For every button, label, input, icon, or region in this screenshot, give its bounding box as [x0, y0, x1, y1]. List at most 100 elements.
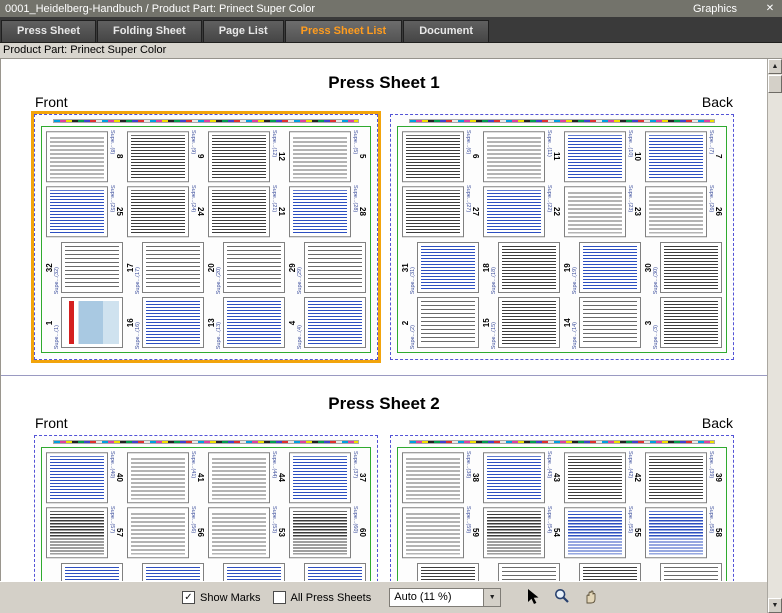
page-cell[interactable]: 53Supe...(53) [207, 506, 286, 559]
page-cell[interactable]: 41Supe...(41) [126, 451, 205, 504]
scrollbar-track[interactable] [768, 93, 782, 598]
page-cell[interactable]: 13Supe...(13) [207, 296, 286, 349]
page-content [131, 190, 185, 233]
page-cell[interactable]: 62Supe...(62) [644, 562, 723, 582]
tab-press-sheet[interactable]: Press Sheet [1, 20, 96, 42]
scroll-down-icon[interactable]: ▼ [768, 598, 782, 613]
sheet-preview-front[interactable]: 40Supe...(40)41Supe...(41)44Supe...(44)3… [31, 432, 381, 581]
page-cell[interactable]: 16Supe...(16) [126, 296, 205, 349]
page-cell[interactable]: 49Supe...(49) [126, 562, 205, 582]
page-thumbnail [127, 452, 189, 503]
page-content [212, 135, 266, 178]
page-cell[interactable]: 9Supe...(9) [126, 130, 205, 183]
page-cell[interactable]: 21Supe...(21) [207, 185, 286, 238]
page-cell[interactable]: 43Supe...(43) [482, 451, 561, 504]
page-cell[interactable]: 19Supe...(19) [563, 241, 642, 294]
page-cell[interactable]: 29Supe...(29) [288, 241, 367, 294]
close-icon[interactable]: ✕ [763, 3, 777, 14]
page-cell[interactable]: 12Supe...(12) [207, 130, 286, 183]
page-cell[interactable]: 64Supe...(64) [45, 562, 124, 582]
page-label: Supe...(18) [491, 241, 498, 294]
section-divider [1, 375, 767, 376]
page-cell[interactable]: 39Supe...(39) [644, 451, 723, 504]
all-press-sheets-checkbox[interactable] [273, 591, 286, 604]
sheet-side-front: Front40Supe...(40)41Supe...(41)44Supe...… [31, 415, 381, 581]
chevron-down-icon[interactable]: ▼ [483, 589, 500, 606]
page-cell[interactable]: 52Supe...(52) [207, 562, 286, 582]
page-cell[interactable]: 15Supe...(15) [482, 296, 561, 349]
page-cell[interactable]: 1Supe...(1) [45, 296, 124, 349]
page-cell[interactable]: 18Supe...(18) [482, 241, 561, 294]
page-cell[interactable]: 23Supe...(23) [563, 185, 642, 238]
page-number: 38 [471, 451, 480, 504]
page-cell[interactable]: 44Supe...(44) [207, 451, 286, 504]
page-cell[interactable]: 14Supe...(14) [563, 296, 642, 349]
sheet-preview-back[interactable]: 6Supe...(6)11Supe...(11)10Supe...(10)7Su… [387, 111, 737, 363]
page-cell[interactable]: 27Supe...(27) [401, 185, 480, 238]
sheet-preview-front[interactable]: 8Supe...(8)9Supe...(9)12Supe...(12)5Supe… [31, 111, 381, 363]
tab-press-sheet-list[interactable]: Press Sheet List [285, 20, 403, 42]
page-cell[interactable]: 55Supe...(55) [563, 506, 642, 559]
page-cell[interactable]: 50Supe...(50) [482, 562, 561, 582]
page-cell[interactable]: 51Supe...(51) [563, 562, 642, 582]
page-cell[interactable]: 32Supe...(32) [45, 241, 124, 294]
page-content [65, 246, 119, 289]
tab-document[interactable]: Document [403, 20, 489, 42]
graphics-menu[interactable]: Graphics [693, 3, 737, 15]
page-cell[interactable]: 54Supe...(54) [482, 506, 561, 559]
page-thumbnail [289, 507, 351, 558]
page-cell[interactable]: 25Supe...(25) [45, 185, 124, 238]
page-content [212, 511, 266, 554]
page-cell[interactable]: 26Supe...(26) [644, 185, 723, 238]
tab-page-list[interactable]: Page List [203, 20, 284, 42]
page-content [664, 246, 718, 289]
all-press-sheets-label: All Press Sheets [291, 592, 372, 604]
page-cell[interactable]: 6Supe...(6) [401, 130, 480, 183]
page-cell[interactable]: 20Supe...(20) [207, 241, 286, 294]
pan-tool-button[interactable] [579, 586, 602, 609]
scrollbar-thumb[interactable] [768, 75, 782, 93]
page-cell[interactable]: 11Supe...(11) [482, 130, 561, 183]
page-cell[interactable]: 40Supe...(40) [45, 451, 124, 504]
page-cell[interactable]: 61Supe...(61) [288, 562, 367, 582]
page-cell[interactable]: 5Supe...(5) [288, 130, 367, 183]
page-cell[interactable]: 8Supe...(8) [45, 130, 124, 183]
tab-folding-sheet[interactable]: Folding Sheet [97, 20, 202, 42]
page-cell[interactable]: 22Supe...(22) [482, 185, 561, 238]
page-cell[interactable]: 42Supe...(42) [563, 451, 642, 504]
page-cell[interactable]: 38Supe...(38) [401, 451, 480, 504]
page-cell[interactable]: 2Supe...(2) [401, 296, 480, 349]
zoom-value: Auto (11 %) [390, 589, 483, 606]
page-cell[interactable]: 10Supe...(10) [563, 130, 642, 183]
page-cell[interactable]: 17Supe...(17) [126, 241, 205, 294]
page-cell[interactable]: 31Supe...(31) [401, 241, 480, 294]
page-cell[interactable]: 7Supe...(7) [644, 130, 723, 183]
page-cell[interactable]: 58Supe...(58) [644, 506, 723, 559]
page-label: Supe...(19) [572, 241, 579, 294]
page-number: 19 [563, 241, 572, 294]
page-cell[interactable]: 56Supe...(56) [126, 506, 205, 559]
select-tool-button[interactable] [521, 586, 544, 609]
page-cell[interactable]: 3Supe...(3) [644, 296, 723, 349]
page-cell[interactable]: 24Supe...(24) [126, 185, 205, 238]
page-cell[interactable]: 57Supe...(57) [45, 506, 124, 559]
page-cell[interactable]: 4Supe...(4) [288, 296, 367, 349]
page-label: Supe...(3) [653, 296, 660, 349]
page-cell[interactable]: 37Supe...(37) [288, 451, 367, 504]
show-marks-checkbox[interactable]: ✓ [182, 591, 195, 604]
vertical-scrollbar[interactable]: ▲ ▼ [767, 59, 782, 613]
zoom-dropdown[interactable]: Auto (11 %) ▼ [389, 588, 501, 607]
page-content [50, 456, 104, 499]
page-cell[interactable]: 60Supe...(60) [288, 506, 367, 559]
page-cell[interactable]: 30Supe...(30) [644, 241, 723, 294]
page-thumbnail [61, 297, 123, 348]
scroll-up-icon[interactable]: ▲ [768, 59, 782, 74]
zoom-tool-button[interactable] [550, 586, 573, 609]
page-label: Supe...(20) [216, 241, 223, 294]
page-cell[interactable]: 63Supe...(63) [401, 562, 480, 582]
page-cell[interactable]: 28Supe...(28) [288, 185, 367, 238]
page-cell[interactable]: 59Supe...(59) [401, 506, 480, 559]
page-number: 49 [126, 562, 135, 582]
page-thumbnail [46, 452, 108, 503]
sheet-preview-back[interactable]: 38Supe...(38)43Supe...(43)42Supe...(42)3… [387, 432, 737, 581]
